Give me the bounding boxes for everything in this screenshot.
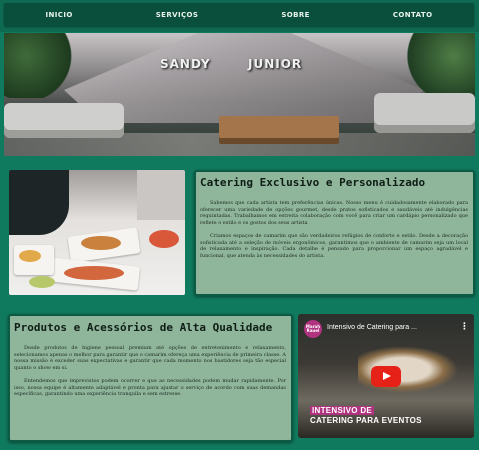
catering-photo (9, 170, 185, 295)
hero-table (219, 116, 339, 138)
channel-logo[interactable]: Marah Rauel (304, 320, 322, 338)
products-panel: Produtos e Acessórios de Alta Qualidade … (8, 314, 293, 442)
main-nav: INICIO SERVIÇOS SOBRE CONTATO (4, 3, 474, 26)
play-button-icon[interactable] (371, 366, 401, 387)
photo-food (19, 250, 41, 262)
video-embed[interactable]: Marah Rauel Intensivo de Catering para .… (298, 314, 474, 438)
nav-item-inicio[interactable]: INICIO (46, 11, 73, 19)
hero-tree-right (404, 33, 475, 98)
photo-food (81, 236, 121, 250)
products-paragraph-2: Entendemos que imprevistos podem ocorrer… (14, 378, 286, 397)
photo-person-left (9, 170, 69, 235)
catering-title: Catering Exclusivo e Personalizado (200, 176, 426, 189)
hero-brand-sandy: SANDY (160, 57, 211, 71)
video-title[interactable]: Intensivo de Catering para ... (327, 324, 417, 331)
catering-panel: Catering Exclusivo e Personalizado Sabem… (194, 170, 475, 296)
video-caption: INTENSIVO DE CATERING PARA EVENTOS (310, 406, 422, 426)
video-caption-line-1: INTENSIVO DE (310, 406, 375, 415)
hero-brand-junior: JUNIOR (248, 57, 303, 71)
nav-item-sobre[interactable]: SOBRE (281, 11, 310, 19)
hero-sofa-left (4, 103, 124, 138)
photo-food (149, 230, 179, 248)
products-title: Produtos e Acessórios de Alta Qualidade (14, 321, 273, 334)
products-paragraph-1: Desde produtos de higiene pessoal premiu… (14, 345, 286, 371)
photo-person-right (137, 170, 185, 220)
catering-paragraph-2: Criamos espaços de camarim que são verda… (200, 233, 468, 259)
more-options-icon[interactable]: ⋮ (460, 323, 469, 332)
nav-item-contato[interactable]: CONTATO (393, 11, 433, 19)
hero-banner: SANDY JUNIOR (4, 33, 475, 156)
top-bar: INICIO SERVIÇOS SOBRE CONTATO (0, 0, 479, 32)
catering-paragraph-1: Sabemos que cada artista tem preferência… (200, 200, 468, 226)
hero-tree-left (4, 33, 74, 98)
photo-food (29, 276, 55, 288)
nav-item-servicos[interactable]: SERVIÇOS (156, 11, 199, 19)
photo-food (64, 266, 124, 280)
hero-sofa-right (374, 93, 475, 133)
video-caption-line-2: CATERING PARA EVENTOS (310, 416, 422, 425)
